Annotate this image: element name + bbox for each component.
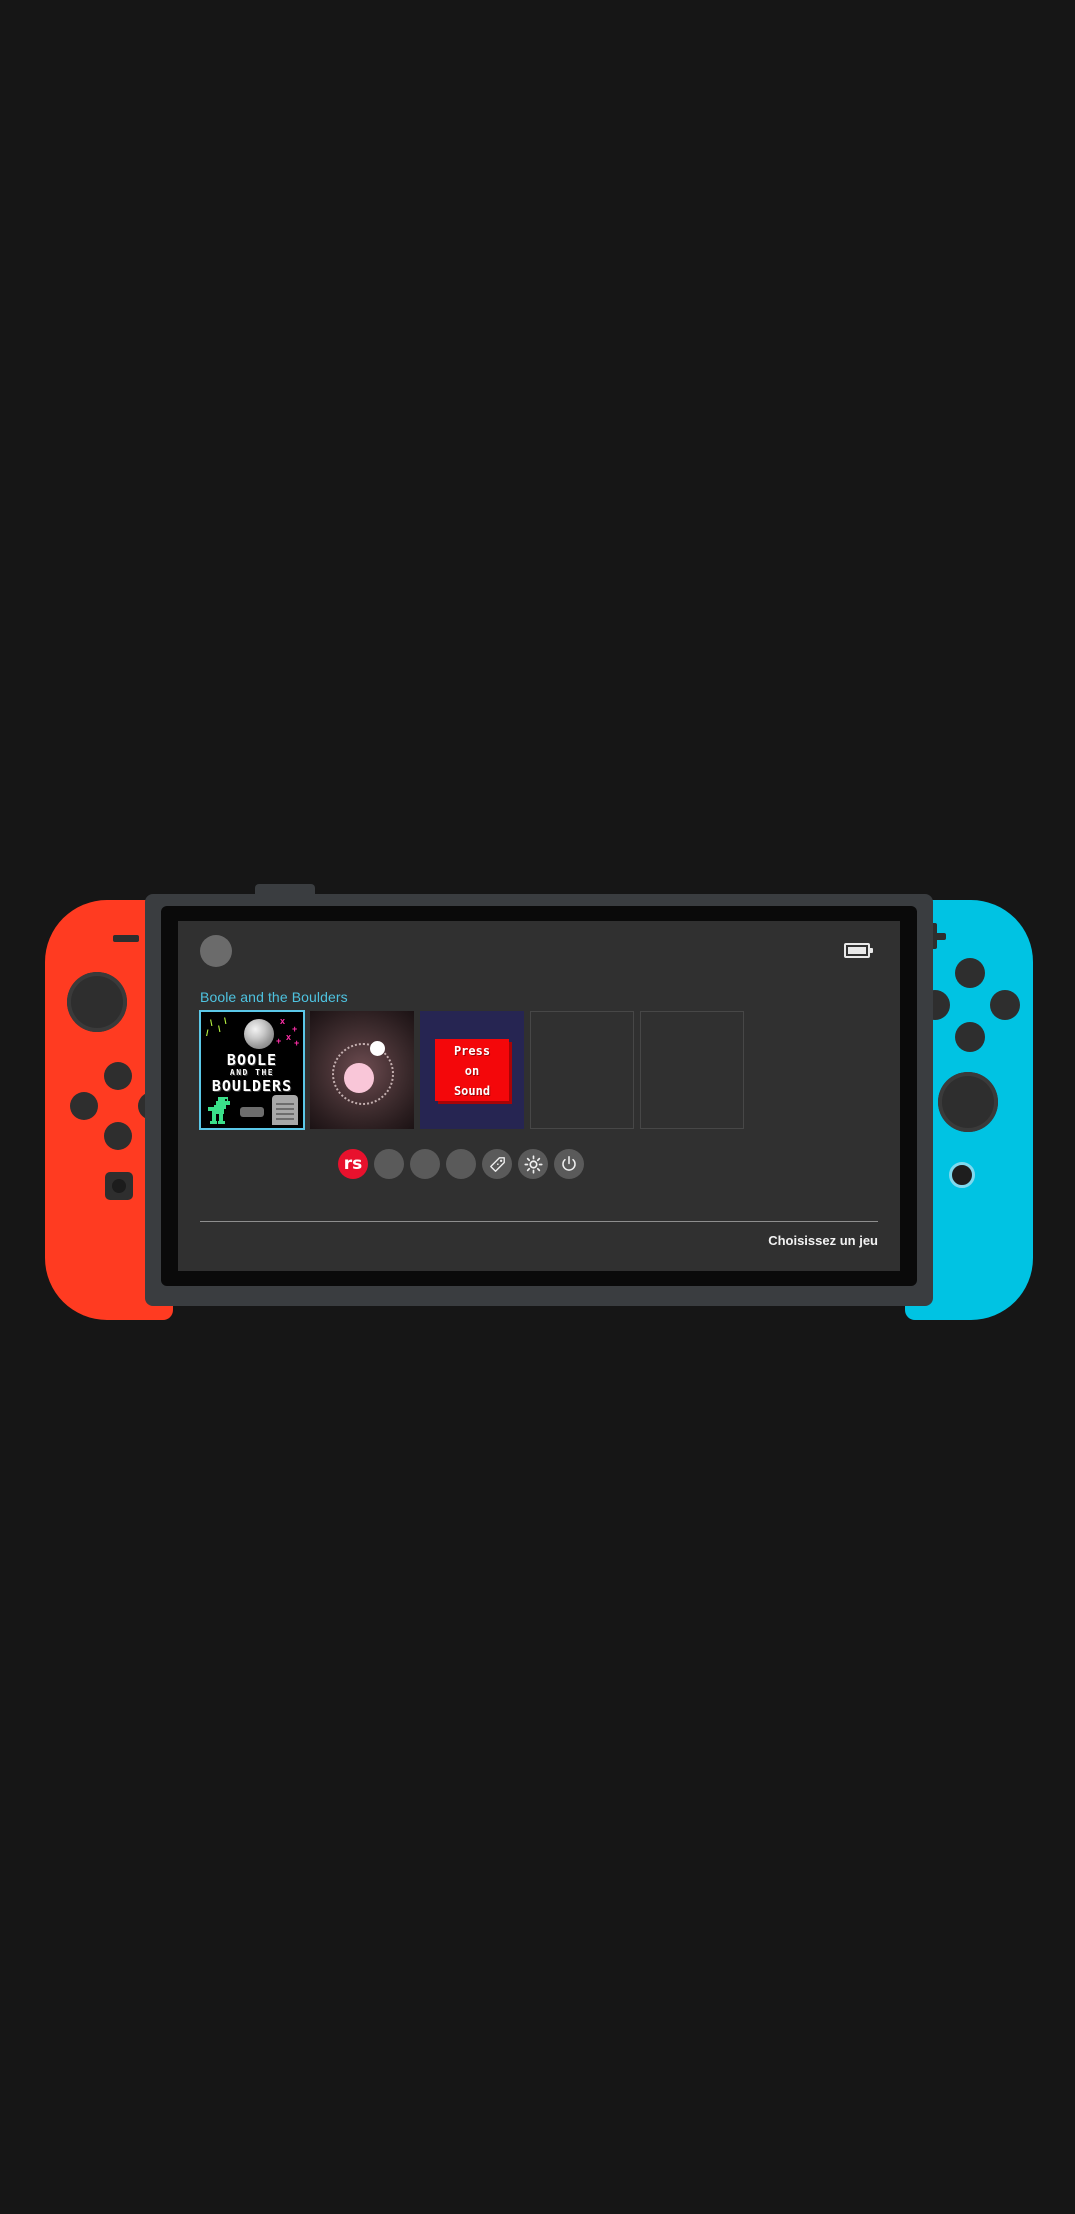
sparkle-icon-3: /	[206, 1028, 209, 1038]
power-icon	[562, 1156, 576, 1171]
sound-line-2: on	[464, 1064, 480, 1078]
blank-circle-icon-2[interactable]	[410, 1149, 440, 1179]
game-tile-empty-slot-2[interactable]	[640, 1011, 744, 1129]
sparkle-icon-1: \	[210, 1018, 213, 1028]
footer-divider	[200, 1221, 878, 1222]
dpad-left-button[interactable]	[70, 1092, 98, 1120]
cover-title-line-2: AND THE	[229, 1068, 275, 1077]
quick-action-icon-row[interactable]: rs	[338, 1149, 584, 1179]
sparkle-icon-8: +	[276, 1036, 282, 1046]
button-x[interactable]	[955, 958, 985, 988]
boulder-icon	[240, 1107, 264, 1117]
sparkle-icon-7: x	[286, 1032, 292, 1042]
console-notch	[255, 884, 315, 898]
moon-icon	[244, 1019, 274, 1049]
console-bezel: Boole and the Boulders \ \ / \ x + x + + BOOLE A…	[161, 906, 917, 1286]
sound-line-1: Press	[453, 1044, 491, 1058]
cover-title-line-1: BOOLE	[226, 1051, 278, 1069]
press-on-sound-button-art: Press on Sound	[435, 1039, 509, 1101]
power-icon-button[interactable]	[554, 1149, 584, 1179]
sparkle-icon-2: \	[218, 1024, 221, 1034]
right-analog-stick[interactable]	[938, 1072, 998, 1132]
tag-icon	[489, 1156, 505, 1172]
dpad-down-button[interactable]	[104, 1122, 132, 1150]
sound-line-3: Sound	[453, 1084, 491, 1098]
footer-prompt-text: Choisissez un jeu	[768, 1233, 878, 1248]
rs-logo-label: rs	[343, 1153, 363, 1174]
brightness-gear-icon	[523, 1154, 543, 1174]
button-a[interactable]	[990, 990, 1020, 1020]
screen-topbar	[178, 921, 900, 983]
capture-button[interactable]	[105, 1172, 133, 1200]
sparkle-icon-4: \	[224, 1016, 227, 1026]
button-b[interactable]	[955, 1022, 985, 1052]
blank-circle-icon-1[interactable]	[374, 1149, 404, 1179]
sparkle-icon-9: +	[294, 1038, 300, 1048]
blank-circle-icon-3[interactable]	[446, 1149, 476, 1179]
game-tile-press-on-sound[interactable]: Press on Sound	[420, 1011, 524, 1129]
minus-button-icon[interactable]	[113, 935, 139, 942]
orbit-moon-icon	[370, 1041, 385, 1056]
sparkle-icon-6: +	[292, 1024, 298, 1034]
left-analog-stick[interactable]	[67, 972, 127, 1032]
dpad-up-button[interactable]	[104, 1062, 132, 1090]
battery-full-icon	[844, 943, 873, 958]
tag-icon-button[interactable]	[482, 1149, 512, 1179]
cover-title-line-3: BOULDERS	[211, 1077, 293, 1095]
sparkle-icon-5: x	[280, 1016, 286, 1026]
nintendo-switch-device: Boole and the Boulders \ \ / \ x + x + + BOOLE A…	[45, 884, 1033, 1320]
game-tile-boole-and-the-boulders[interactable]: \ \ / \ x + x + + BOOLE AND THE BOULDERS	[199, 1010, 305, 1130]
planet-core-icon	[344, 1063, 374, 1093]
game-tile-empty-slot-1[interactable]	[530, 1011, 634, 1129]
tombstone-icon	[272, 1095, 298, 1125]
selected-game-title: Boole and the Boulders	[200, 989, 348, 1005]
home-button[interactable]	[949, 1162, 975, 1188]
game-tile-strip[interactable]: \\/\x+x++ BOOLE AND THE BOULDERS	[199, 1010, 744, 1130]
dinosaur-icon	[208, 1097, 230, 1124]
console-screen: Boole and the Boulders \ \ / \ x + x + + BOOLE A…	[178, 921, 900, 1271]
brightness-gear-icon-button[interactable]	[518, 1149, 548, 1179]
rs-brand-logo-button[interactable]: rs	[338, 1149, 368, 1179]
console-body: Boole and the Boulders \ \ / \ x + x + + BOOLE A…	[145, 884, 933, 1306]
game-tile-orbit[interactable]	[310, 1011, 414, 1129]
user-avatar-icon[interactable]	[200, 935, 232, 967]
